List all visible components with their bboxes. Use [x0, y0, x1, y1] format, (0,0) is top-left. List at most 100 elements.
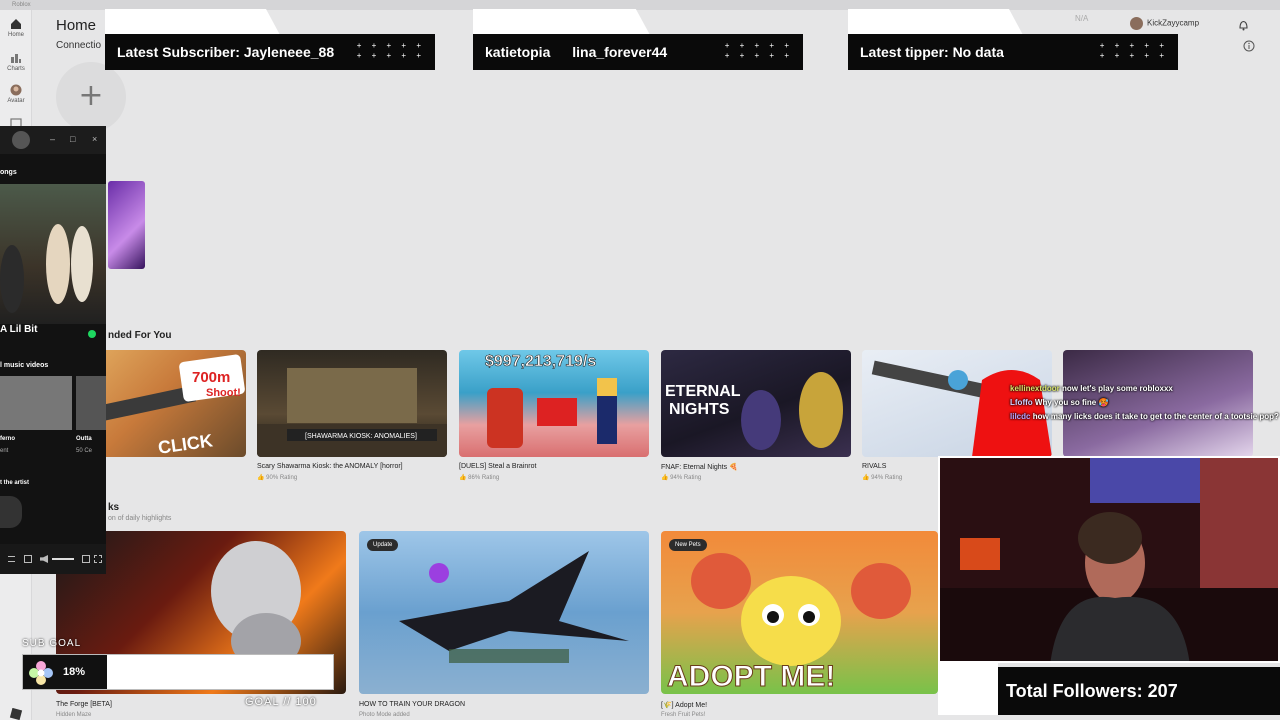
game-rating-value: 94% Rating	[670, 475, 702, 481]
latest-subscriber-banner: Latest Subscriber: Jayleneee_88 + + + + …	[105, 34, 435, 70]
devices-icon[interactable]	[24, 555, 32, 563]
latest-tipper-text: Latest tipper: No data	[860, 44, 1004, 60]
game-thumbnail[interactable]	[108, 181, 145, 269]
game-tile[interactable]: [SHAWARMA KIOSK: ANOMALIES]	[257, 350, 447, 457]
stream-chat: kellinextdoor now let's play some roblox…	[1010, 384, 1280, 426]
game-title[interactable]: Scary Shawarma Kiosk: the ANOMALY [horro…	[257, 463, 403, 470]
verified-icon	[88, 330, 96, 338]
sub-goal-label: SUB GOAL	[22, 638, 82, 649]
player-titlebar: – □ ×	[0, 126, 106, 154]
svg-text:$997,213,719/s: $997,213,719/s	[485, 353, 596, 370]
game-rating-value: 86% Rating	[468, 475, 500, 481]
update-badge: Update	[367, 539, 399, 551]
page-title: Home	[56, 17, 97, 34]
highlight-card[interactable]: New Pets ADOPT ME!	[661, 531, 938, 694]
game-title[interactable]: FNAF: Eternal Nights 🍕	[661, 463, 738, 471]
svg-text:NIGHTS: NIGHTS	[669, 401, 730, 418]
add-friend-button[interactable]: +	[56, 62, 126, 132]
chat-username: Lfoffo	[1010, 398, 1033, 407]
robux-balance[interactable]: N/A	[1075, 14, 1088, 23]
webcam-feed	[938, 456, 1280, 663]
sidebar-item-avatar[interactable]: Avatar	[0, 84, 32, 104]
followers-tab	[938, 663, 998, 715]
game-title[interactable]: RIVALS	[862, 463, 886, 470]
sidebar-item-label: Home	[7, 32, 24, 38]
total-followers-banner: Total Followers: 207	[998, 667, 1280, 715]
overlay-tab	[473, 9, 650, 35]
player-controls	[0, 544, 106, 574]
artist-photo	[0, 496, 22, 528]
close-icon[interactable]: ×	[92, 134, 97, 144]
music-player-window[interactable]: – □ × ongs A Lil Bit l music videos fern…	[0, 126, 106, 574]
track-subtitle: 50 Ce	[76, 448, 93, 454]
artist-name[interactable]: A Lil Bit	[0, 324, 37, 335]
music-video-thumbnail[interactable]	[76, 376, 106, 430]
fullscreen-icon[interactable]	[94, 555, 102, 563]
section-title-highlights[interactable]: ks	[108, 502, 119, 513]
svg-text:700m: 700m	[192, 369, 230, 386]
music-video-thumbnail[interactable]	[0, 376, 72, 430]
adopt-me-logo-text: ADOPT ME!	[667, 660, 835, 693]
window-title: Roblox	[12, 2, 31, 8]
sub-goal-bar: 18%	[22, 654, 334, 690]
chat-message: kellinextdoor now let's play some roblox…	[1010, 384, 1280, 393]
track-title[interactable]: Outta	[76, 436, 92, 442]
volume-icon[interactable]	[40, 555, 48, 563]
player-section-title: ongs	[0, 169, 17, 176]
highlight-title[interactable]: HOW TO TRAIN YOUR DRAGON	[359, 701, 465, 708]
minimize-icon[interactable]: –	[50, 134, 55, 144]
connections-label[interactable]: Connectio	[56, 40, 101, 51]
total-followers-text: Total Followers: 207	[1006, 681, 1178, 701]
highlight-card[interactable]: Update	[359, 531, 649, 694]
game-rating: 👍 94% Rating	[862, 475, 903, 481]
chat-text: now let's play some robloxxx	[1062, 384, 1173, 393]
charts-icon	[11, 54, 21, 63]
game-tile[interactable]: $997,213,719/s	[459, 350, 649, 457]
chat-text: how many licks does it take to get to th…	[1032, 412, 1279, 421]
game-tile[interactable]: ETERNAL NIGHTS	[661, 350, 851, 457]
flower-icon	[29, 661, 53, 685]
track-title[interactable]: ferno	[0, 436, 15, 442]
svg-text:Shoot!: Shoot!	[206, 387, 241, 399]
game-rating-value: 90% Rating	[266, 475, 298, 481]
recent-name: katietopia	[485, 44, 551, 60]
game-thumbnail: ETERNAL NIGHTS	[665, 372, 843, 450]
queue-icon[interactable]	[8, 556, 15, 562]
info-icon[interactable]	[1243, 40, 1255, 52]
bell-icon[interactable]	[1238, 19, 1249, 31]
username: KickZayycamp	[1147, 18, 1200, 28]
volume-slider[interactable]	[52, 558, 74, 560]
miniplayer-icon[interactable]	[82, 555, 90, 563]
game-rating-value: 94% Rating	[871, 475, 903, 481]
chat-message: Lfoffo Why you so fine 🥵	[1010, 398, 1280, 407]
highlight-title[interactable]: [🌾] Adopt Me!	[661, 701, 707, 709]
chat-message: lilcdc how many licks does it take to ge…	[1010, 412, 1280, 421]
highlight-subtitle: Fresh Fruit Pets!	[661, 712, 706, 718]
player-logo-icon	[12, 131, 30, 149]
highlight-subtitle: Photo Mode added	[359, 712, 410, 718]
highlight-title[interactable]: The Forge [BETA]	[56, 701, 112, 708]
recent-name: lina_forever44	[572, 44, 668, 60]
game-thumbnail: ADOPT ME!	[667, 553, 911, 694]
roblox-logo-icon[interactable]	[9, 708, 23, 720]
track-subtitle: ent	[0, 448, 9, 454]
maximize-icon[interactable]: □	[70, 134, 75, 144]
user-menu[interactable]: KickZayycamp	[1130, 17, 1199, 30]
svg-text:[SHAWARMA KIOSK: ANOMALIES]: [SHAWARMA KIOSK: ANOMALIES]	[305, 433, 417, 440]
latest-tipper-banner: Latest tipper: No data + + + + + + + + + …	[848, 34, 1178, 70]
game-title[interactable]: [DUELS] Steal a Brainrot	[459, 463, 536, 470]
game-thumbnail: [SHAWARMA KIOSK: ANOMALIES]	[257, 368, 447, 457]
player-section-title: l music videos	[0, 362, 49, 369]
dots-decoration: + + + + + + + + + +	[724, 41, 793, 60]
avatar	[1130, 17, 1143, 30]
avatar-icon	[10, 84, 22, 96]
game-thumbnail: $997,213,719/s	[485, 353, 617, 448]
sidebar-item-charts[interactable]: Charts	[0, 52, 32, 72]
dots-decoration: + + + + + + + + + +	[356, 41, 425, 60]
overlay-tab	[105, 9, 280, 35]
svg-text:ETERNAL: ETERNAL	[665, 383, 741, 400]
music-video-thumbnail[interactable]	[0, 184, 106, 324]
game-rating: 👍 94% Rating	[661, 475, 702, 481]
sidebar-item-home[interactable]: Home	[0, 18, 32, 38]
section-title-recommended[interactable]: nded For You	[108, 330, 172, 341]
